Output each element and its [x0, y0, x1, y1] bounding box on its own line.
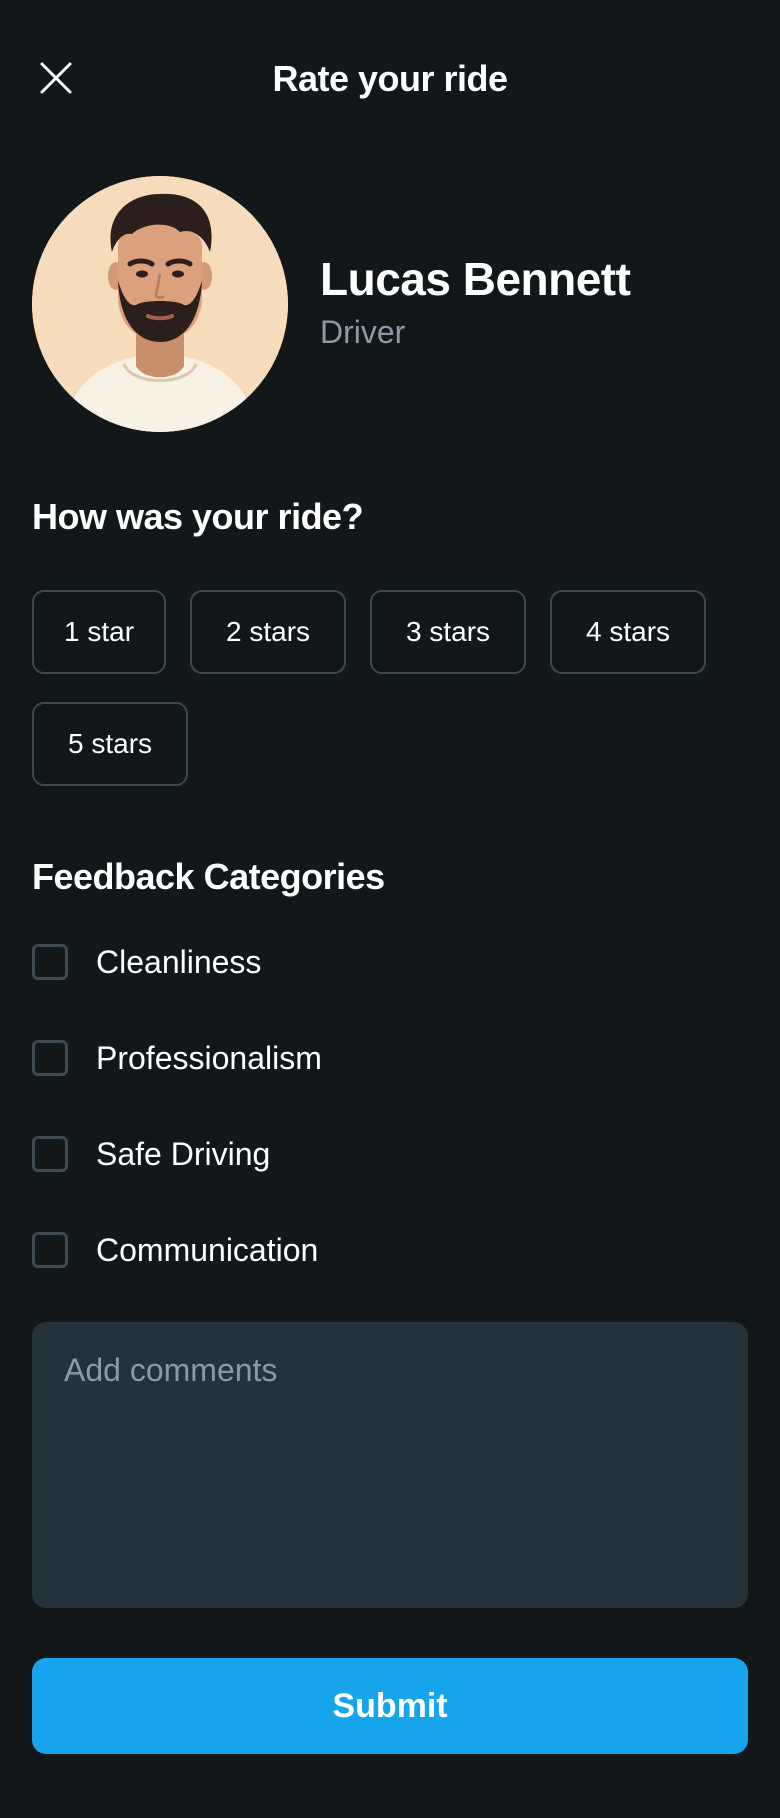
category-label: Professionalism — [96, 1039, 322, 1076]
professionalism-checkbox[interactable] — [32, 1040, 68, 1076]
category-communication[interactable]: Communication — [32, 1228, 632, 1272]
category-label: Communication — [96, 1231, 319, 1268]
rating-question: How was your ride? — [32, 496, 364, 537]
page-title: Rate your ride — [272, 58, 508, 99]
driver-name: Lucas Bennett — [320, 253, 631, 305]
rating-4-stars-button[interactable]: 4 stars — [550, 590, 706, 674]
feedback-categories-title: Feedback Categories — [32, 856, 385, 897]
cleanliness-checkbox[interactable] — [32, 944, 68, 980]
safe-driving-checkbox[interactable] — [32, 1136, 68, 1172]
driver-role: Driver — [320, 314, 406, 350]
avatar-illustration — [32, 176, 288, 432]
avatar — [32, 176, 288, 432]
category-professionalism[interactable]: Professionalism — [32, 1036, 632, 1080]
driver-profile: Lucas Bennett Driver — [32, 176, 752, 432]
rating-5-stars-button[interactable]: 5 stars — [32, 702, 188, 786]
category-safe-driving[interactable]: Safe Driving — [32, 1132, 632, 1176]
submit-button[interactable]: Submit — [32, 1658, 748, 1754]
category-label: Safe Driving — [96, 1135, 271, 1172]
rating-3-stars-button[interactable]: 3 stars — [370, 590, 526, 674]
communication-checkbox[interactable] — [32, 1232, 68, 1268]
category-cleanliness[interactable]: Cleanliness — [32, 940, 632, 984]
comments-textarea[interactable] — [32, 1322, 748, 1608]
rating-1-star-button[interactable]: 1 star — [32, 590, 166, 674]
header-bar: Rate your ride — [0, 0, 780, 160]
category-label: Cleanliness — [96, 943, 262, 980]
rating-2-stars-button[interactable]: 2 stars — [190, 590, 346, 674]
